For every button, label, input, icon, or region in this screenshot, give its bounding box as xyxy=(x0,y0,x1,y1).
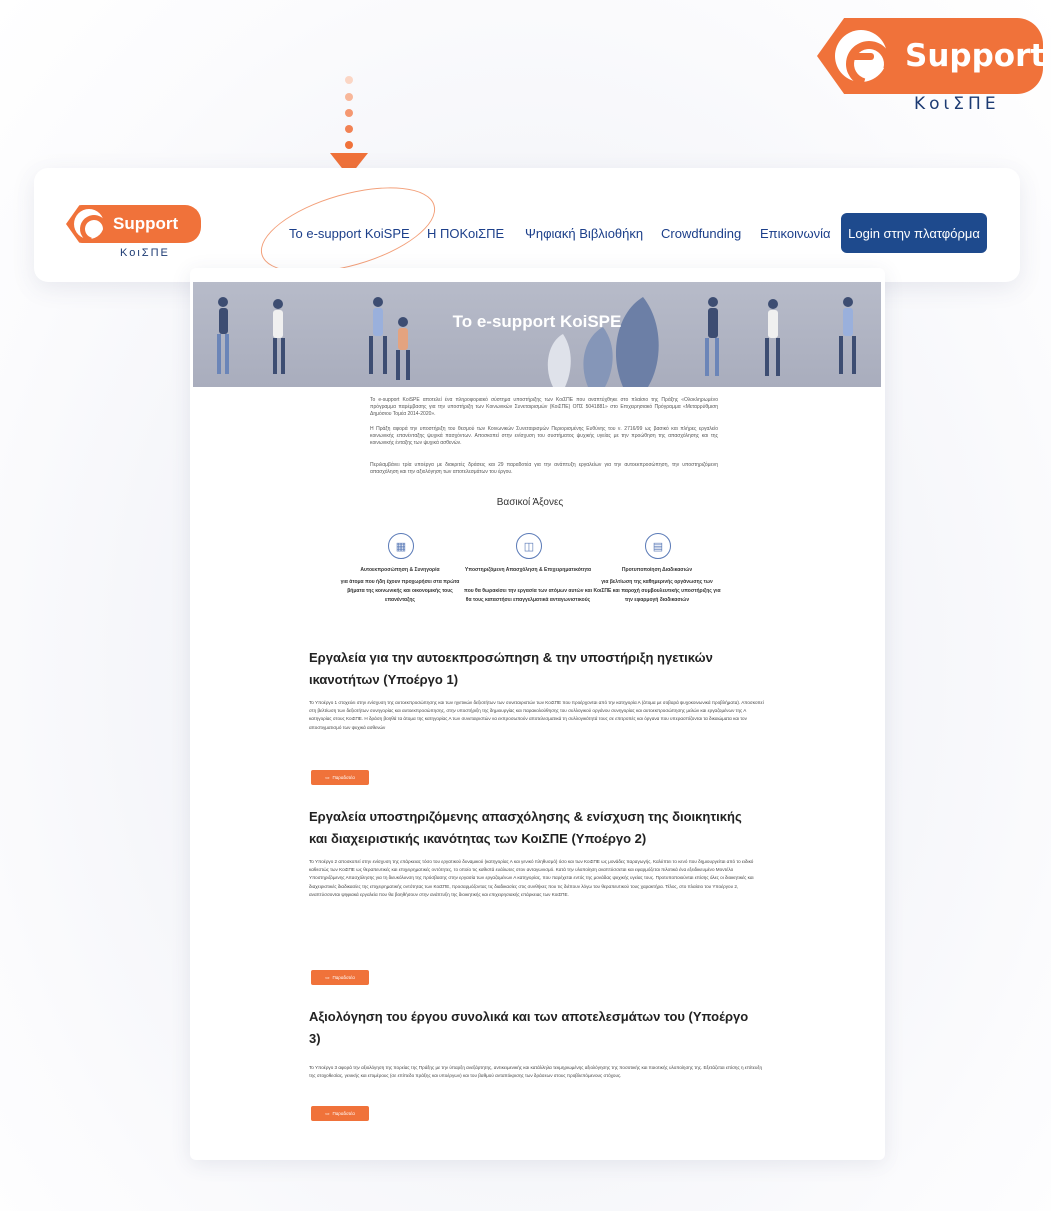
e-logo-icon xyxy=(835,30,887,82)
e-logo-icon xyxy=(74,209,104,239)
brand-sub: ΚοιΣΠΕ xyxy=(914,94,1000,114)
document-icon: ▤ xyxy=(645,533,671,559)
briefcase-icon: ◫ xyxy=(516,533,542,559)
deliverables-label: Παραδοτέα xyxy=(332,975,355,980)
navbar-brand-name: Support xyxy=(113,214,179,233)
deliverables-label: Παραδοτέα xyxy=(332,775,355,780)
hero-title: Το e-support KoiSPE xyxy=(452,312,622,331)
intro-paragraph: Το e-support KoiSPE αποτελεί ένα πληροφο… xyxy=(370,397,718,417)
deliverables-label: Παραδοτέα xyxy=(332,1111,355,1116)
deliverables-button[interactable]: ▭ Παραδοτέα xyxy=(311,970,369,985)
axis-text: για βελτίωση της καθημερινής οργάνωσης τ… xyxy=(593,579,721,603)
axis-text: για άτομα που ήδη έχουν προχωρήσει στα π… xyxy=(340,579,460,603)
section-text: Το Υποέργο 3 αφορά την αξιολόγηση της πο… xyxy=(309,1065,762,1079)
nav-item-e-support[interactable]: Το e-support KoiSPE xyxy=(289,226,410,241)
nav-item-contact[interactable]: Επικοινωνία xyxy=(760,226,831,241)
hero-illustration xyxy=(217,297,856,387)
folder-icon: ▭ xyxy=(325,974,330,980)
axis-title: Υποστηριζόμενη Απασχόληση & Επιχειρηματι… xyxy=(464,567,592,573)
deliverables-button[interactable]: ▭ Παραδοτέα xyxy=(311,1106,369,1121)
section-heading: Εργαλεία για την αυτοεκπροσώπηση & την υ… xyxy=(309,650,713,687)
dot-indicator xyxy=(345,93,353,101)
dot-indicator xyxy=(345,125,353,133)
folder-icon: ▭ xyxy=(325,774,330,780)
brand-name: Support xyxy=(905,38,1046,74)
section-text: Το Υποέργο 1 στοχεύει στην ενίσχυση της … xyxy=(309,700,764,730)
login-button[interactable]: Login στην πλατφόρμα xyxy=(841,213,987,253)
section-text: Το Υποέργο 2 αποσκοπεί στην ενίσχυση της… xyxy=(309,859,754,897)
intro-paragraph: Η Πράξη αφορά την υποστήριξη του θεσμού … xyxy=(370,426,718,446)
nav-item-digital-library[interactable]: Ψηφιακή Βιβλιοθήκη xyxy=(525,226,643,241)
navbar-brand-sub: ΚοιΣΠΕ xyxy=(120,247,170,259)
section-heading: Αξιολόγηση του έργου συνολικά και των απ… xyxy=(309,1009,749,1046)
dot-indicator xyxy=(345,141,353,149)
dot-indicator xyxy=(345,109,353,117)
intro-paragraph: Περιλαμβάνει τρία υποέργα με διακριτές δ… xyxy=(370,462,718,475)
navbar-logo[interactable]: Support ΚοιΣΠΕ xyxy=(66,205,206,263)
dot-indicator xyxy=(345,76,353,84)
folder-icon: ▭ xyxy=(325,1110,330,1116)
axis-title: Προτυποποίηση Διαδικασιών xyxy=(621,567,693,573)
axes-heading: Βασικοί Άξονες xyxy=(496,497,564,508)
hero-banner: Το e-support KoiSPE xyxy=(193,282,881,387)
axis-text: που θα θωρακίσει την εργασία των ατόμων … xyxy=(464,588,592,603)
nav-item-pokoispe[interactable]: Η ΠΟΚοιΣΠΕ xyxy=(427,226,504,241)
brand-logo: Support ΚοιΣΠΕ xyxy=(817,18,1047,118)
nav-item-crowdfunding[interactable]: Crowdfunding xyxy=(661,226,741,241)
network-icon: ▦ xyxy=(388,533,414,559)
deliverables-button[interactable]: ▭ Παραδοτέα xyxy=(311,770,369,785)
axis-title: Αυτοεκπροσώπηση & Συνηγορία xyxy=(360,567,440,573)
section-heading: Εργαλεία υποστηριζόμενης απασχόλησης & ε… xyxy=(309,809,742,846)
